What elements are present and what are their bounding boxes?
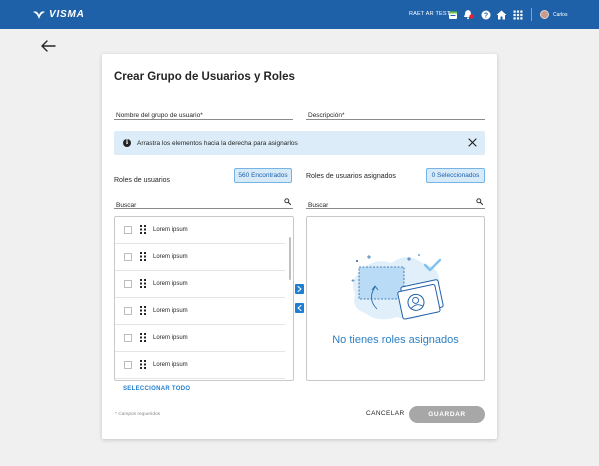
move-right-button[interactable] <box>295 284 304 294</box>
required-fields-note: * Campos requeridos <box>115 412 161 417</box>
item-label: Lorem ipsum <box>153 335 188 341</box>
empty-state-illustration <box>351 254 444 320</box>
move-left-button[interactable] <box>295 303 304 313</box>
available-search[interactable] <box>114 194 293 213</box>
item-checkbox[interactable] <box>124 253 132 261</box>
notifications-bell-icon[interactable] <box>463 9 474 20</box>
item-label: Lorem ipsum <box>153 281 188 287</box>
item-label: Lorem ipsum <box>153 308 188 314</box>
close-icon[interactable] <box>468 138 477 147</box>
brand-name: VISMA <box>49 9 85 20</box>
assigned-roles-list[interactable]: No tienes roles asignados <box>306 216 485 381</box>
item-checkbox[interactable] <box>124 307 132 315</box>
cancel-button[interactable]: CANCELAR <box>366 410 405 417</box>
help-icon[interactable]: ? <box>480 9 491 20</box>
assigned-roles-label: Roles de usuarios asignados <box>306 173 396 180</box>
drag-handle-icon[interactable] <box>140 279 146 288</box>
username[interactable]: Carlos <box>553 12 567 18</box>
available-roles-list[interactable]: Lorem ipsum Lorem ipsum Lorem ipsum Lore… <box>114 216 294 381</box>
group-name-field[interactable] <box>114 104 293 123</box>
company-name[interactable]: RAET AR TEST <box>409 11 450 17</box>
user-avatar[interactable] <box>540 10 549 19</box>
available-search-input[interactable] <box>114 198 293 213</box>
list-item[interactable]: Lorem ipsum <box>115 352 285 379</box>
found-count-badge[interactable]: 560 Encontrados <box>234 168 292 183</box>
available-roles-label: Roles de usuarios <box>114 177 171 184</box>
item-checkbox[interactable] <box>124 361 132 369</box>
empty-state-text: No tienes roles asignados <box>332 334 459 346</box>
assigned-search[interactable] <box>306 194 485 213</box>
top-bar: VISMA RAET AR TEST ? Carlos <box>0 0 599 29</box>
item-label: Lorem ipsum <box>153 362 188 368</box>
home-icon[interactable] <box>496 9 507 20</box>
save-button[interactable]: GUARDAR <box>409 406 485 423</box>
item-label: Lorem ipsum <box>153 227 188 233</box>
search-icon[interactable] <box>284 198 291 205</box>
visma-logo-icon <box>33 10 45 19</box>
item-checkbox[interactable] <box>124 226 132 234</box>
search-icon[interactable] <box>476 198 483 205</box>
list-item[interactable]: Lorem ipsum <box>115 325 285 352</box>
assigned-search-input[interactable] <box>306 198 485 213</box>
description-field[interactable] <box>306 104 485 123</box>
page-title: Crear Grupo de Usuarios y Roles <box>114 71 295 83</box>
drag-handle-icon[interactable] <box>140 333 146 342</box>
item-checkbox[interactable] <box>124 280 132 288</box>
header-divider <box>531 8 532 21</box>
visma-logo[interactable]: VISMA <box>32 8 85 21</box>
info-banner-text: Arrastra los elementos hacia la derecha … <box>137 140 298 147</box>
description-input[interactable] <box>306 108 485 123</box>
list-scrollbar[interactable] <box>289 237 291 280</box>
item-label: Lorem ipsum <box>153 254 188 260</box>
back-arrow-icon[interactable] <box>40 39 56 53</box>
select-all-link[interactable]: SELECCIONAR TODO <box>123 386 190 392</box>
drag-handle-icon[interactable] <box>140 306 146 315</box>
list-item[interactable]: Lorem ipsum <box>115 298 285 325</box>
drag-handle-icon[interactable] <box>140 360 146 369</box>
info-banner: i Arrastra los elementos hacia la derech… <box>114 131 485 155</box>
drag-handle-icon[interactable] <box>140 225 146 234</box>
svg-text:?: ? <box>483 12 487 19</box>
create-group-card: Crear Grupo de Usuarios y Roles i Arrast… <box>102 54 497 439</box>
calendar-icon[interactable] <box>447 9 458 20</box>
list-item[interactable]: Lorem ipsum <box>115 244 285 271</box>
list-item[interactable]: Lorem ipsum <box>115 271 285 298</box>
apps-grid-icon[interactable] <box>512 9 523 20</box>
item-checkbox[interactable] <box>124 334 132 342</box>
selected-count-badge[interactable]: 0 Seleccionados <box>426 168 485 183</box>
group-name-input[interactable] <box>114 108 293 123</box>
info-icon: i <box>123 139 131 147</box>
drag-handle-icon[interactable] <box>140 252 146 261</box>
list-item[interactable]: Lorem ipsum <box>115 217 285 244</box>
